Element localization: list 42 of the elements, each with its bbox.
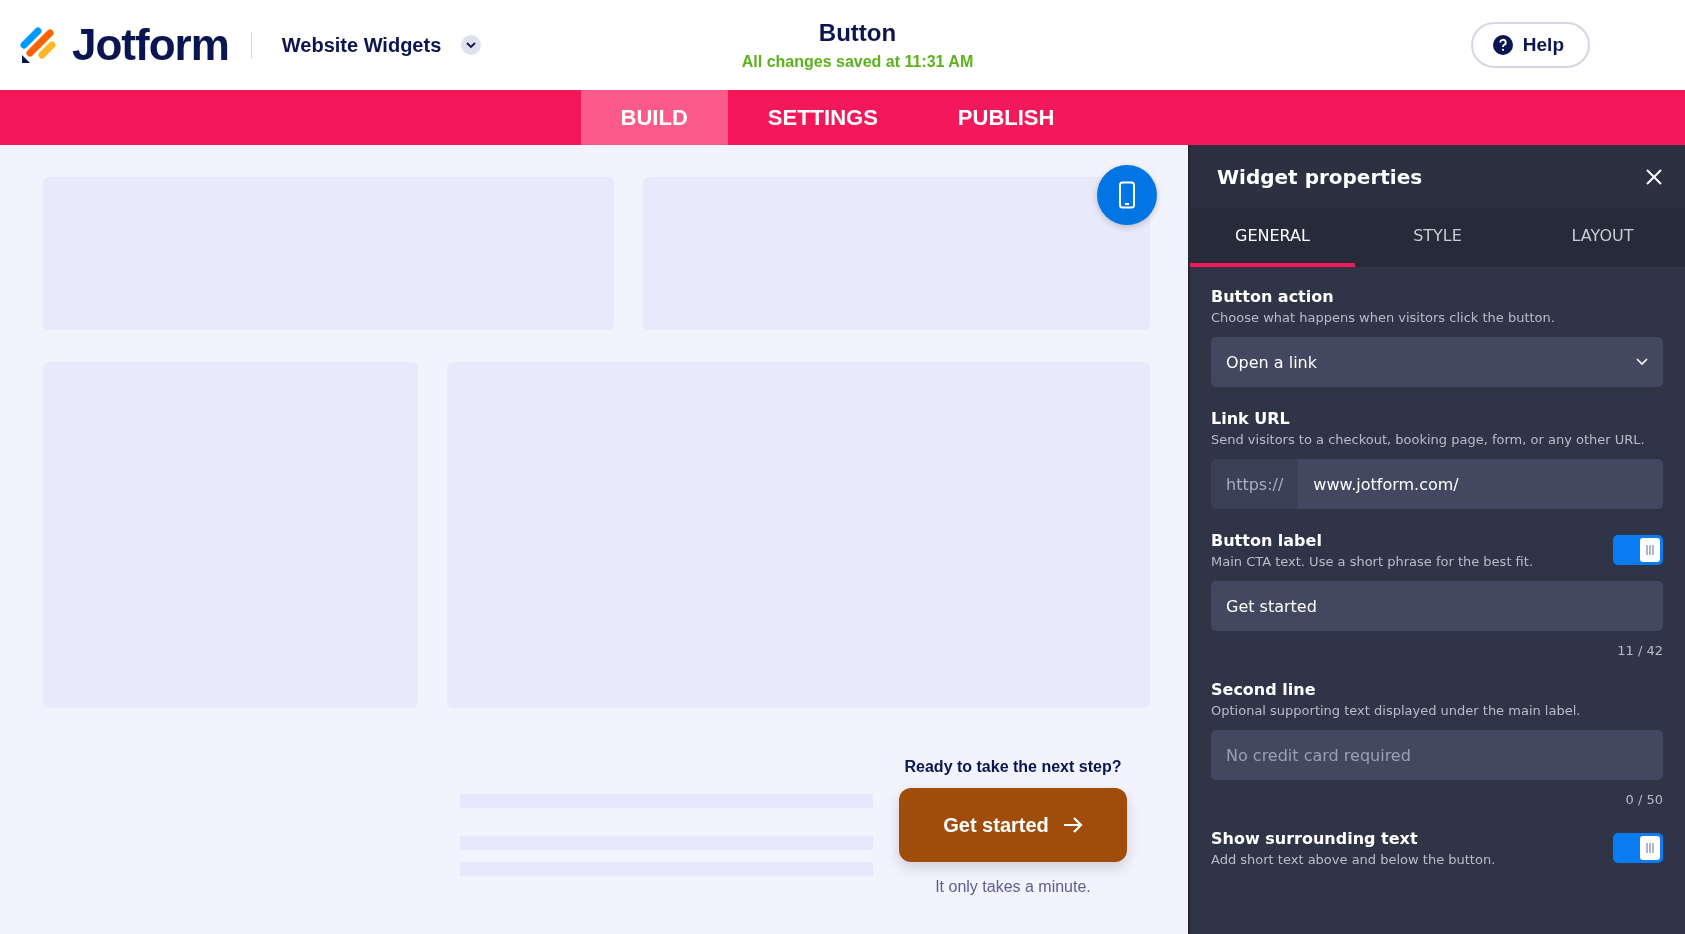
- chevron-icon: [1636, 358, 1648, 366]
- field-hint: Optional supporting text displayed under the main label.: [1211, 703, 1581, 718]
- mobile-preview-button[interactable]: [1097, 165, 1157, 225]
- url-prefix: https://: [1211, 459, 1299, 509]
- field-hint: Choose what happens when visitors click the button.: [1211, 310, 1555, 325]
- nav-tab[interactable]: PUBLISH: [917, 90, 1095, 145]
- panel-title: Widget properties: [1217, 164, 1423, 189]
- panel-tab[interactable]: STYLE: [1355, 208, 1520, 267]
- toggle-switch[interactable]: [1613, 833, 1663, 863]
- nav-tab[interactable]: SETTINGS: [727, 90, 918, 145]
- below-text: It only takes a minute.: [935, 878, 1091, 896]
- field-hint: Main CTA text. Use a short phrase for the best fit.: [1211, 554, 1534, 569]
- chevron-icon[interactable]: [461, 35, 482, 55]
- close-icon[interactable]: [1645, 167, 1663, 186]
- phone-icon: [1118, 181, 1136, 209]
- panel-tab[interactable]: GENERAL: [1190, 208, 1355, 267]
- panel-tab[interactable]: LAYOUT: [1520, 208, 1685, 267]
- help-button[interactable]: Help: [1470, 22, 1590, 68]
- text-field[interactable]: Get started: [1211, 581, 1663, 631]
- field-label: Show surrounding text: [1211, 829, 1419, 848]
- field-label: Second line: [1211, 680, 1317, 699]
- grip-icon: [1645, 842, 1655, 854]
- page-title: Button: [818, 19, 897, 47]
- get-started-button[interactable]: Get started: [899, 788, 1127, 862]
- character-count: 11 / 42: [1616, 643, 1663, 658]
- field-label: Button action: [1211, 287, 1335, 306]
- text-field[interactable]: No credit card required: [1211, 730, 1663, 780]
- url-field[interactable]: www.jotform.com/: [1298, 459, 1663, 509]
- above-text: Ready to take the next step?: [904, 758, 1122, 776]
- arrow-icon: [1062, 817, 1083, 833]
- grip-icon: [1645, 544, 1655, 556]
- character-count: 0 / 50: [1624, 792, 1663, 807]
- action-dropdown[interactable]: Open a link: [1211, 337, 1663, 387]
- toggle-switch[interactable]: [1613, 535, 1663, 565]
- save-status: All changes saved at 11:31 AM: [741, 53, 974, 71]
- brand-name: Jotform: [72, 20, 229, 70]
- field-hint: Add short text above and below the button.: [1211, 852, 1496, 867]
- workspace-name: Website Widgets: [281, 33, 442, 57]
- field-label: Link URL: [1211, 409, 1291, 428]
- field-label: Button label: [1211, 531, 1323, 550]
- field-hint: Send visitors to a checkout, booking page, form, or any other URL.: [1211, 432, 1645, 447]
- help-icon: [1492, 35, 1513, 55]
